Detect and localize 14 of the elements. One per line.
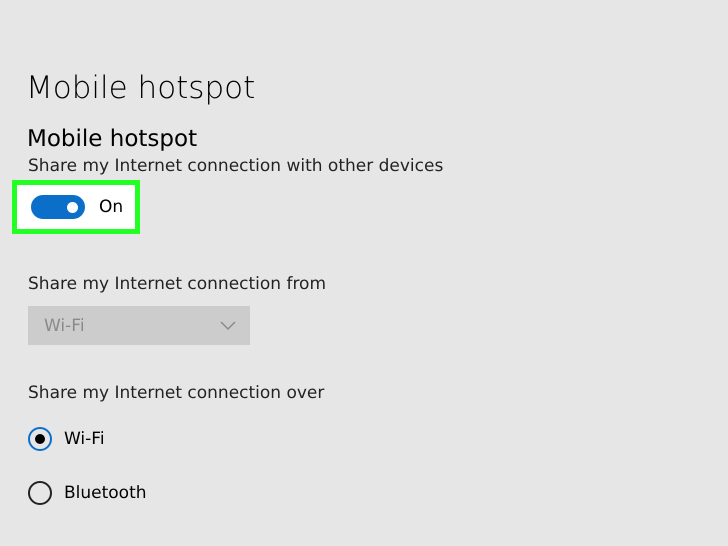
chevron-down-icon xyxy=(220,320,236,330)
radio-option[interactable]: Bluetooth xyxy=(28,475,728,511)
toggle-label: On xyxy=(99,197,124,217)
radio-button[interactable] xyxy=(28,481,52,505)
page-title: Mobile hotspot xyxy=(26,70,256,106)
radio-label: Bluetooth xyxy=(64,483,147,503)
radio-button[interactable] xyxy=(28,427,52,451)
radio-label: Wi-Fi xyxy=(64,429,105,449)
toggle-switch[interactable] xyxy=(31,195,85,219)
share-over-label: Share my Internet connection over xyxy=(28,383,326,403)
radio-option[interactable]: Wi-Fi xyxy=(28,421,728,457)
section-heading: Mobile hotspot xyxy=(27,126,198,152)
toggle-description: Share my Internet connection with other devices xyxy=(28,156,444,176)
share-from-label: Share my Internet connection from xyxy=(28,274,328,294)
